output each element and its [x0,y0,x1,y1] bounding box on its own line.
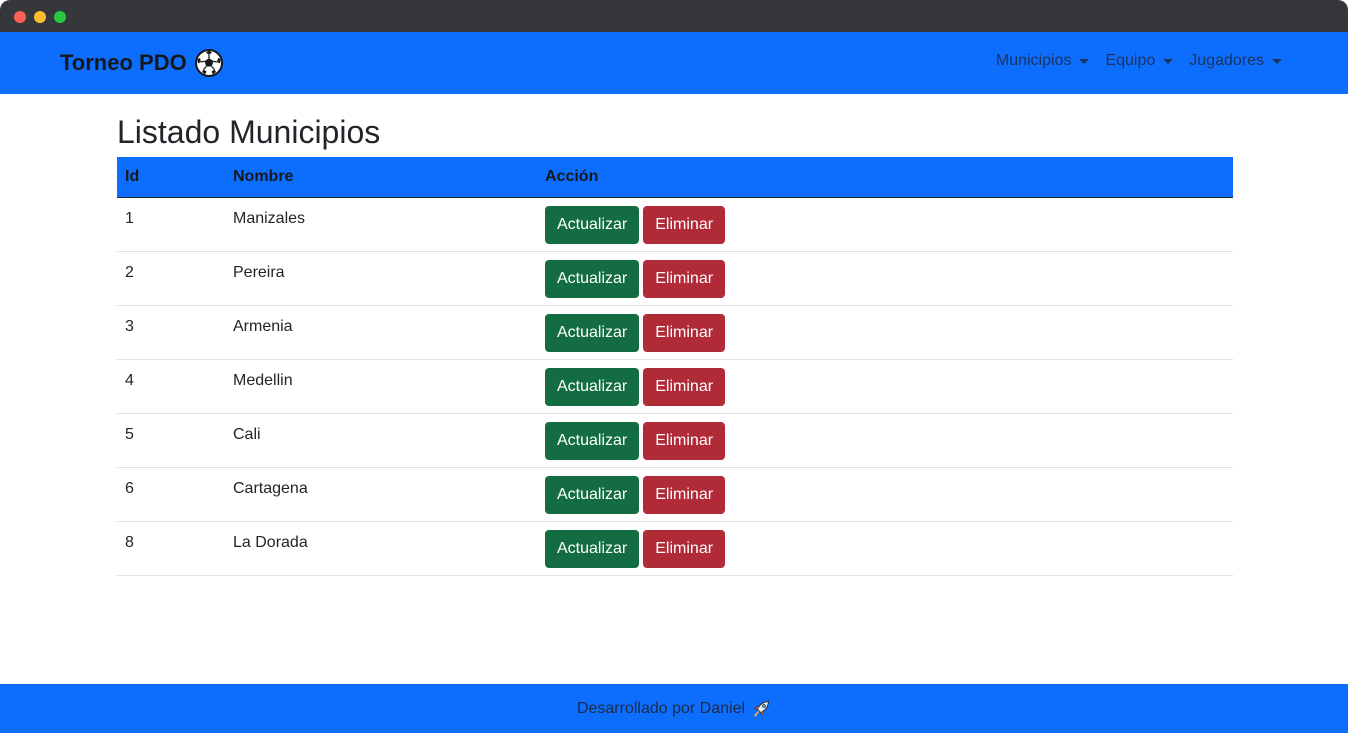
chevron-down-icon [1163,58,1174,64]
header-accion: Acción [537,157,1233,198]
delete-button[interactable]: Eliminar [643,530,726,568]
cell-actions: Actualizar Eliminar [537,305,1233,360]
cell-nombre: Pereira [225,251,537,306]
update-button[interactable]: Actualizar [545,422,640,460]
delete-button[interactable]: Eliminar [643,368,726,406]
delete-button[interactable]: Eliminar [643,422,726,460]
cell-id: 6 [117,467,225,522]
table-row: 8 La Dorada Actualizar Eliminar [117,521,1233,576]
nav-menu: Municipios Equipo Jugadores [996,52,1282,70]
main-content: Listado Municipios Id Nombre Acción 1 Ma… [117,110,1233,576]
nav-label-municipios: Municipios [995,52,1072,69]
table-row: 3 Armenia Actualizar Eliminar [117,305,1233,360]
soccer-ball-icon [194,49,223,77]
cell-id: 1 [117,197,225,252]
table-row: 6 Cartagena Actualizar Eliminar [117,467,1233,522]
cell-actions: Actualizar Eliminar [537,521,1233,576]
update-button[interactable]: Actualizar [545,368,640,406]
cell-id: 8 [117,521,225,576]
cell-nombre: Cali [225,413,537,468]
update-button[interactable]: Actualizar [545,530,640,568]
footer: Desarrollado por Daniel [0,684,1348,733]
cell-actions: Actualizar Eliminar [537,197,1233,252]
brand-link[interactable]: Torneo PDO [60,49,223,77]
minimize-window-button[interactable] [34,11,46,23]
update-button[interactable]: Actualizar [545,260,640,298]
cell-nombre: Armenia [225,305,537,360]
delete-button[interactable]: Eliminar [643,206,726,244]
brand-title: Torneo PDO [60,50,187,75]
delete-button[interactable]: Eliminar [643,314,726,352]
table-row: 4 Medellin Actualizar Eliminar [117,359,1233,414]
table-row: 5 Cali Actualizar Eliminar [117,413,1233,468]
navbar: Torneo PDO Municipios Equipo Jugadores [0,32,1348,94]
cell-nombre: Medellin [225,359,537,414]
delete-button[interactable]: Eliminar [643,476,726,514]
cell-id: 4 [117,359,225,414]
header-nombre: Nombre [225,157,537,198]
close-window-button[interactable] [14,11,26,23]
table-row: 1 Manizales Actualizar Eliminar [117,197,1233,252]
nav-dropdown-jugadores[interactable]: Jugadores [1189,52,1282,70]
nav-label-equipo: Equipo [1105,52,1156,69]
window-titlebar [0,0,1348,32]
table-row: 2 Pereira Actualizar Eliminar [117,251,1233,306]
nav-dropdown-equipo[interactable]: Equipo [1105,52,1174,70]
cell-nombre: Manizales [225,197,537,252]
chevron-down-icon [1272,58,1282,64]
cell-actions: Actualizar Eliminar [537,467,1233,522]
maximize-window-button[interactable] [54,11,66,23]
cell-id: 3 [117,305,225,360]
cell-id: 2 [117,251,225,306]
header-id: Id [117,157,225,198]
cell-nombre: La Dorada [225,521,537,576]
municipios-table: Id Nombre Acción 1 Manizales Actualizar E… [117,157,1233,576]
table-header-row: Id Nombre Acción [117,157,1233,198]
table-body: 1 Manizales Actualizar Eliminar 2 Pereira… [117,197,1233,576]
page-title: Listado Municipios [117,114,381,150]
delete-button[interactable]: Eliminar [643,260,726,298]
cell-actions: Actualizar Eliminar [537,251,1233,306]
rocket-icon [753,700,770,717]
cell-actions: Actualizar Eliminar [537,413,1233,468]
cell-nombre: Cartagena [225,467,537,522]
cell-id: 5 [117,413,225,468]
nav-label-jugadores: Jugadores [1189,52,1264,69]
footer-text: Desarrollado por Daniel [576,699,746,717]
update-button[interactable]: Actualizar [545,206,640,244]
update-button[interactable]: Actualizar [545,476,640,514]
cell-actions: Actualizar Eliminar [537,359,1233,414]
update-button[interactable]: Actualizar [545,314,640,352]
chevron-down-icon [1079,58,1090,64]
nav-dropdown-municipios[interactable]: Municipios [996,52,1090,70]
